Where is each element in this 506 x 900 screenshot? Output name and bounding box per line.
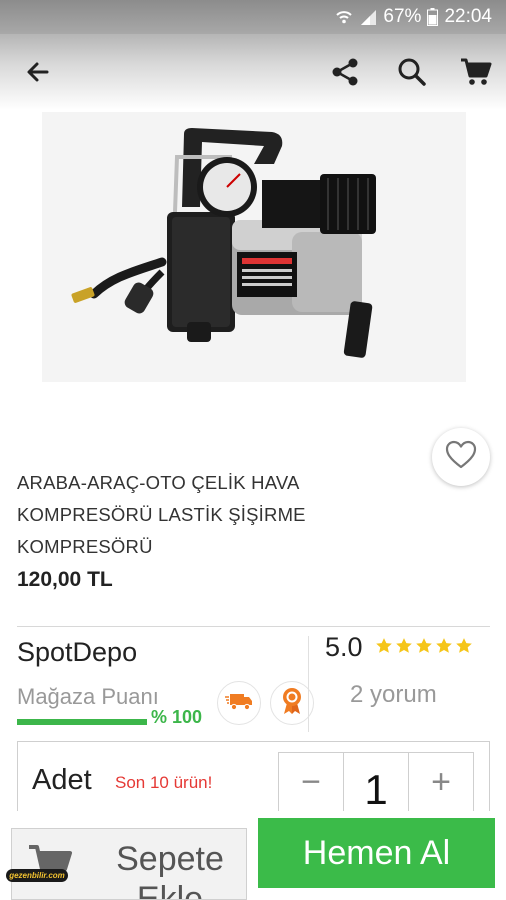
store-score-value: % 100: [151, 707, 203, 727]
increase-quantity-button[interactable]: +: [409, 753, 473, 812]
star-icon: [395, 637, 413, 660]
add-to-cart-label: Sepete Ekle: [100, 839, 240, 900]
review-count[interactable]: 2 yorum: [350, 681, 437, 709]
seller-name[interactable]: SpotDepo: [17, 637, 137, 668]
battery-icon: [427, 8, 439, 26]
signal-icon: [359, 8, 377, 26]
rating-stars: [375, 637, 473, 660]
add-to-cart-button[interactable]: Sepete Ekle: [11, 828, 247, 900]
heart-outline-icon: [445, 440, 477, 475]
battery-percent: 67%: [383, 6, 422, 27]
fast-shipping-icon: [224, 690, 254, 717]
air-compressor-image[interactable]: [42, 112, 466, 382]
status-icons: 67% 22:04: [335, 6, 492, 28]
watermark: gezenbilir.com: [6, 869, 68, 882]
search-icon[interactable]: [392, 52, 432, 92]
quantity-label: Adet: [32, 764, 92, 796]
rating-value: 5.0: [325, 632, 363, 662]
stock-warning: Son 10 ürün!: [115, 773, 213, 792]
quantity-stepper: − 1 +: [278, 752, 474, 813]
product-title-line: KOMPRESÖRÜ: [17, 536, 153, 557]
wishlist-button[interactable]: [432, 428, 490, 486]
star-icon: [455, 637, 473, 660]
quantity-value[interactable]: 1: [343, 753, 409, 813]
star-icon: [435, 637, 453, 660]
award-ribbon-icon: [281, 687, 303, 720]
add-to-cart-label-line: Ekle: [136, 880, 204, 900]
product-title-line: KOMPRESÖRÜ LASTİK ŞİŞİRME: [17, 504, 306, 525]
share-icon[interactable]: [325, 52, 365, 92]
product-title: ARABA-ARAÇ-OTO ÇELİK HAVA KOMPRESÖRÜ LAS…: [17, 467, 347, 563]
add-to-cart-label-line: Sepete: [116, 840, 224, 878]
store-score-label: Mağaza Puanı: [17, 684, 159, 709]
product-price: 120,00 TL: [17, 568, 113, 591]
store-score-bar-fill: [17, 719, 147, 725]
vertical-divider: [308, 636, 309, 732]
product-title-line: ARABA-ARAÇ-OTO ÇELİK HAVA: [17, 472, 300, 493]
status-bar: 67% 22:04: [0, 0, 506, 34]
wifi-icon: [335, 8, 353, 26]
star-icon: [375, 637, 393, 660]
clock: 22:04: [444, 6, 492, 27]
top-toolbar: [0, 34, 506, 110]
decrease-quantity-button[interactable]: −: [279, 753, 343, 812]
divider: [17, 626, 490, 627]
store-score-bar: [17, 719, 147, 725]
fast-shipping-badge[interactable]: [217, 681, 261, 725]
back-arrow-icon[interactable]: [18, 52, 58, 92]
buy-now-button[interactable]: Hemen Al: [258, 818, 495, 888]
star-icon: [415, 637, 433, 660]
cart-icon[interactable]: [456, 52, 496, 92]
